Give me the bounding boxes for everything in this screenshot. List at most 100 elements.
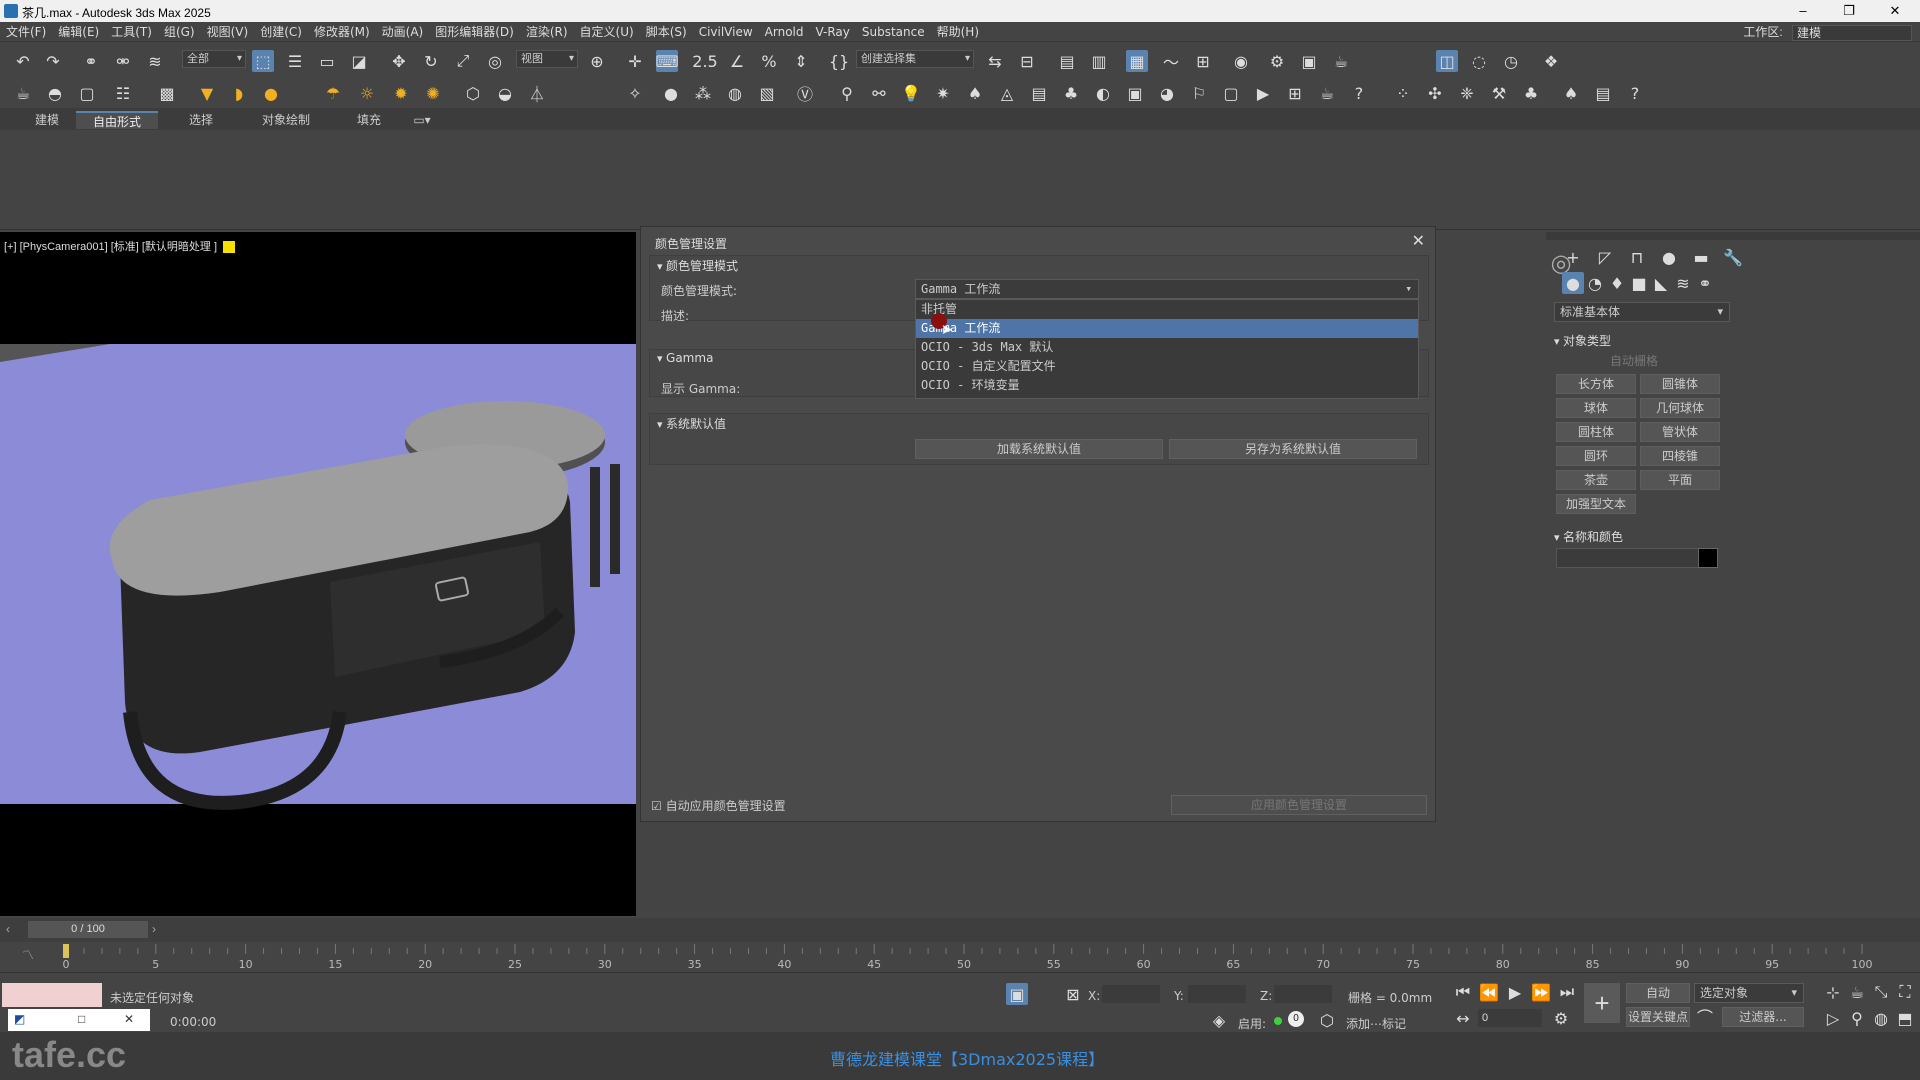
- option-unmanaged[interactable]: 非托管: [916, 300, 1418, 319]
- snap-toggle-icon[interactable]: 2.5: [692, 50, 717, 72]
- render-setup-icon[interactable]: ⚙: [1266, 50, 1288, 72]
- popup-restore-icon[interactable]: □: [78, 1012, 85, 1026]
- menu-view[interactable]: 视图(V): [201, 22, 255, 42]
- help-icon[interactable]: ?: [1624, 82, 1646, 104]
- set-key-button[interactable]: 设置关键点: [1626, 1007, 1690, 1027]
- system-defaults-header[interactable]: 系统默认值: [657, 415, 726, 432]
- tab-selection[interactable]: 选择: [176, 111, 226, 129]
- load-system-defaults-button[interactable]: 加载系统默认值: [915, 439, 1163, 459]
- key-mode-icon[interactable]: ↔: [1452, 1007, 1474, 1029]
- plane-icon[interactable]: ⏃: [526, 82, 548, 104]
- geosphere-button[interactable]: 几何球体: [1640, 398, 1720, 418]
- percent-snap-icon[interactable]: %: [758, 50, 780, 72]
- vray-ies-icon[interactable]: ♠: [964, 82, 986, 104]
- systems-icon[interactable]: ⚭: [1694, 272, 1716, 294]
- hemisphere-icon[interactable]: ◗: [228, 82, 250, 104]
- gizmo-icon[interactable]: ✣: [1424, 82, 1446, 104]
- plugin-icon[interactable]: ❖: [1540, 50, 1562, 72]
- z-coord-field[interactable]: [1274, 985, 1332, 1003]
- reference-coord-dropdown[interactable]: 视图: [516, 50, 578, 68]
- vray-fur-icon[interactable]: ♣: [1060, 82, 1082, 104]
- menu-rendering[interactable]: 渲染(R): [520, 22, 574, 42]
- move-icon[interactable]: ✥: [388, 50, 410, 72]
- text-plus-button[interactable]: 加强型文本: [1556, 494, 1636, 514]
- lights-icon[interactable]: ♦: [1606, 272, 1628, 294]
- modify-tab-icon[interactable]: ◸: [1594, 246, 1616, 268]
- gamma-section-header[interactable]: Gamma: [657, 351, 713, 365]
- camera-render-icon[interactable]: ▩: [156, 82, 178, 104]
- track-bar[interactable]: 〽 0 5 10 15 20 25 30 35 40 45 50 55 60 65 70 75 80 85 90 95…: [0, 942, 1920, 972]
- popup-close-icon[interactable]: ✕: [124, 1012, 134, 1026]
- zoom-all-icon[interactable]: ☕: [1846, 981, 1868, 1003]
- orbit-icon[interactable]: ◍: [1870, 1007, 1892, 1029]
- tree-icon[interactable]: ♣: [1520, 82, 1542, 104]
- fur-icon[interactable]: ✧: [624, 82, 646, 104]
- motion-tab-icon[interactable]: ●: [1658, 246, 1680, 268]
- menu-tools[interactable]: 工具(T): [105, 22, 158, 42]
- field-of-view-icon[interactable]: ⛶: [1894, 981, 1916, 1003]
- option-ocio-custom-config[interactable]: OCIO - 自定义配置文件: [916, 357, 1418, 376]
- ribbon-options-icon[interactable]: ▭▾: [410, 111, 434, 129]
- sync-icon[interactable]: ◌: [1468, 50, 1490, 72]
- vray-toggle-icon[interactable]: ◐: [1092, 82, 1114, 104]
- menu-edit[interactable]: 编辑(E): [52, 22, 105, 42]
- menu-arnold[interactable]: Arnold: [759, 22, 810, 42]
- workspace-dropdown[interactable]: 建模: [1792, 24, 1912, 41]
- goto-start-icon[interactable]: ⏮: [1452, 981, 1474, 1003]
- x-coord-field[interactable]: [1102, 985, 1160, 1003]
- absolute-mode-icon[interactable]: ⊠: [1062, 983, 1084, 1005]
- pyramid-button[interactable]: 四棱锥: [1640, 446, 1720, 466]
- list-panel-icon[interactable]: ▤: [1592, 82, 1614, 104]
- viewport-label-text[interactable]: [+] [PhysCamera001] [标准] [默认明暗处理 ]: [4, 241, 217, 253]
- sphere-light-icon[interactable]: ●: [260, 82, 282, 104]
- unlink-icon[interactable]: ⚮: [112, 50, 134, 72]
- curve-editor-icon[interactable]: 〜: [1160, 50, 1182, 72]
- menu-customize[interactable]: 自定义(U): [574, 22, 640, 42]
- key-filters-button[interactable]: 过滤器...: [1722, 1007, 1804, 1027]
- menu-modifiers[interactable]: 修改器(M): [308, 22, 376, 42]
- scene-explorer-icon[interactable]: ▤: [1056, 50, 1078, 72]
- option-ocio-env-var[interactable]: OCIO - 环境变量: [916, 376, 1418, 395]
- prev-frame-icon[interactable]: ⏪: [1478, 981, 1500, 1003]
- select-object-icon[interactable]: ⬚: [252, 50, 274, 72]
- autogrid-checkbox[interactable]: 自动栅格: [1610, 352, 1658, 369]
- select-manipulate-icon[interactable]: ✛: [624, 50, 646, 72]
- vray-screen-icon[interactable]: ▢: [1220, 82, 1242, 104]
- teapot-icon[interactable]: ☕: [12, 82, 34, 104]
- viewport-label[interactable]: [+] [PhysCamera001] [标准] [默认明暗处理 ]: [4, 238, 236, 254]
- maxscript-listener[interactable]: [2, 983, 102, 1007]
- save-system-defaults-button[interactable]: 另存为系统默认值: [1169, 439, 1417, 459]
- hierarchy-tab-icon[interactable]: ⊓: [1626, 246, 1648, 268]
- mode-dropdown[interactable]: Gamma 工作流: [915, 279, 1419, 299]
- vray-proxy-icon[interactable]: ▤: [1028, 82, 1050, 104]
- add-time-tag[interactable]: 添加⋯标记: [1346, 1015, 1406, 1032]
- angle-snap-icon[interactable]: ∠: [726, 50, 748, 72]
- forest-icon[interactable]: ♠: [1560, 82, 1582, 104]
- isolate-selection-icon[interactable]: ▣: [1006, 983, 1028, 1005]
- maximize-button[interactable]: ❐: [1826, 0, 1872, 22]
- viewport-layout-icon[interactable]: ◫: [1436, 50, 1458, 72]
- selection-filter-dropdown[interactable]: 全部: [182, 50, 246, 68]
- cube-icon[interactable]: ⬡: [462, 82, 484, 104]
- object-color-swatch[interactable]: [1698, 548, 1718, 568]
- list-icon[interactable]: ☷: [112, 82, 134, 104]
- adaptive-degradation-icon[interactable]: ◈: [1208, 1009, 1230, 1031]
- schematic-view-icon[interactable]: ⊞: [1192, 50, 1214, 72]
- vray-bulb-icon[interactable]: ⚐: [1188, 82, 1210, 104]
- sphere-wire-icon[interactable]: ◓: [44, 82, 66, 104]
- geometry-icon[interactable]: ●: [1562, 272, 1584, 294]
- ribbon-toggle-icon[interactable]: ▦: [1126, 50, 1148, 72]
- window-crossing-icon[interactable]: ◪: [348, 50, 370, 72]
- vray-grid-icon[interactable]: ⊞: [1284, 82, 1306, 104]
- option-ocio-default[interactable]: OCIO - 3ds Max 默认: [916, 338, 1418, 357]
- next-frame-icon[interactable]: ⏩: [1530, 981, 1552, 1003]
- minimize-button[interactable]: –: [1780, 0, 1826, 22]
- align-icon[interactable]: ⊟: [1016, 50, 1038, 72]
- named-selection-dropdown[interactable]: 创建选择集: [856, 50, 974, 68]
- object-category-dropdown[interactable]: 标准基本体: [1554, 302, 1730, 322]
- shapes-icon[interactable]: ◔: [1584, 272, 1606, 294]
- spot-light-icon[interactable]: ☂: [322, 82, 344, 104]
- cylinder-button[interactable]: 圆柱体: [1556, 422, 1636, 442]
- menu-file[interactable]: 文件(F): [0, 22, 52, 42]
- key-tangent-icon[interactable]: ⌒: [1694, 1005, 1716, 1027]
